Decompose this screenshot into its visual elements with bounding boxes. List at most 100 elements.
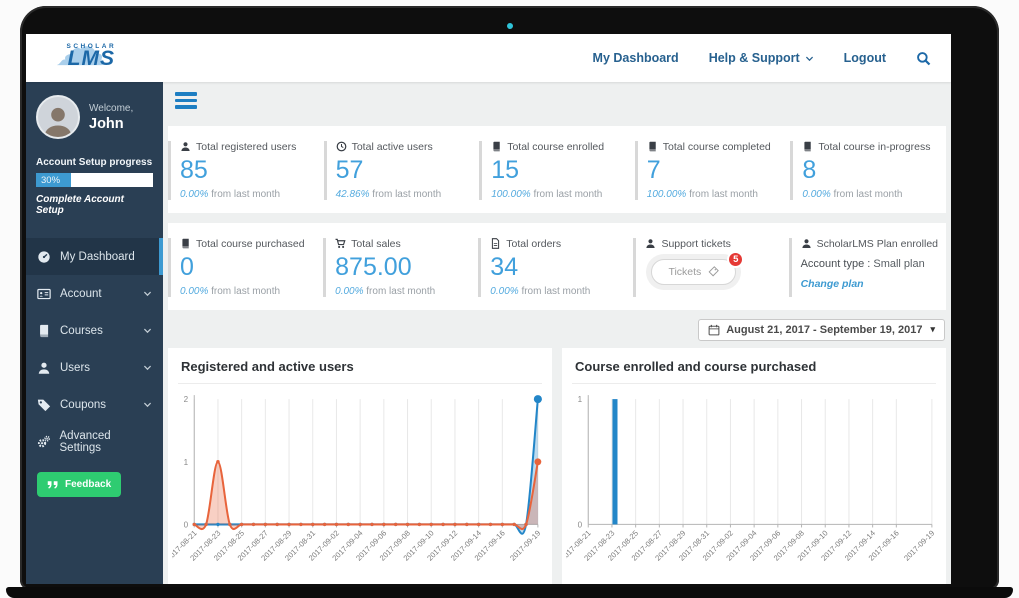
book-icon xyxy=(180,238,191,249)
stat-card-total-course-enrolled: Total course enrolled15100.00% from last… xyxy=(479,126,635,213)
user-icon xyxy=(801,238,812,249)
sidebar-item-label: My Dashboard xyxy=(60,251,135,263)
stat-card-total-course-completed: Total course completed7100.00% from last… xyxy=(635,126,791,213)
sidebar-item-my-dashboard[interactable]: My Dashboard xyxy=(26,238,163,275)
file-icon xyxy=(490,238,501,249)
dashboard-icon xyxy=(37,250,51,264)
nav-help-support[interactable]: Help & Support xyxy=(709,51,814,65)
stat-card-total-registered-users: Total registered users850.00% from last … xyxy=(168,126,324,213)
change-plan-link[interactable]: Change plan xyxy=(801,278,864,290)
course-enrolled-purchased-chart: 2017-08-212017-08-232017-08-252017-08-27… xyxy=(562,384,946,585)
search-icon[interactable] xyxy=(916,51,931,66)
sidebar: Welcome, John Account Setup progress 30%… xyxy=(26,82,163,584)
stat-title: Total registered users xyxy=(196,141,296,153)
stat-subtext: 0.00% from last month xyxy=(490,286,625,297)
book-icon xyxy=(647,141,658,152)
account-setup-block: Account Setup progress 30% Complete Acco… xyxy=(26,147,163,224)
stat-card-total-course-in-progress: Total course in-progress 8 0.00% from last… xyxy=(790,126,946,213)
complete-setup-link[interactable]: Complete Account Setup xyxy=(36,194,153,216)
stat-value: 875.00 xyxy=(335,253,470,282)
gears-icon xyxy=(37,435,51,449)
caret-down-icon: ▾ xyxy=(930,324,935,335)
stat-title: Total sales xyxy=(351,238,401,250)
support-tickets-title: Support tickets xyxy=(661,238,730,250)
chevron-down-icon xyxy=(143,363,152,372)
stat-title: Total course purchased xyxy=(196,238,305,250)
svg-text:0: 0 xyxy=(578,520,583,529)
avatar[interactable] xyxy=(36,95,80,139)
chevron-down-icon xyxy=(143,289,152,298)
quote-icon xyxy=(47,480,59,490)
ticket-icon xyxy=(708,266,719,277)
book-icon xyxy=(802,141,813,152)
id-card-icon xyxy=(37,287,51,301)
stat-subtext: 0.00% from last month xyxy=(335,286,470,297)
sidebar-item-courses[interactable]: Courses xyxy=(26,312,163,349)
screen: ☁ SCHOLAR LMS My Dashboard Help & Support… xyxy=(26,34,951,584)
scholar-lms-logo[interactable]: ☁ SCHOLAR LMS xyxy=(26,34,163,82)
nav-my-dashboard[interactable]: My Dashboard xyxy=(593,51,679,65)
stat-card-total-sales: Total sales 875.00 0.00% from last month xyxy=(323,223,478,310)
progress-label: Account Setup progress xyxy=(36,157,153,168)
tickets-button-label: Tickets xyxy=(668,266,701,278)
chevron-down-icon xyxy=(805,54,814,63)
date-range-label: August 21, 2017 - September 19, 2017 xyxy=(726,324,922,336)
sidebar-item-label: Courses xyxy=(60,325,103,337)
top-header: ☁ SCHOLAR LMS My Dashboard Help & Support… xyxy=(26,34,951,82)
tag-icon xyxy=(37,398,51,412)
account-type-line: Account type : Small plan xyxy=(801,258,938,270)
account-type-value: Small plan xyxy=(873,258,924,270)
date-range-picker[interactable]: August 21, 2017 - September 19, 2017 ▾ xyxy=(698,319,945,341)
stat-value: 57 xyxy=(336,156,472,185)
clock-icon xyxy=(336,141,347,152)
user-icon xyxy=(645,238,656,249)
sidebar-item-label: Coupons xyxy=(60,399,106,411)
stat-value: 8 xyxy=(802,156,938,185)
svg-text:1: 1 xyxy=(578,395,583,404)
welcome-text: Welcome, xyxy=(89,103,133,114)
svg-text:0: 0 xyxy=(184,520,189,529)
line-chart-svg: 2017-08-212017-08-232017-08-252017-08-27… xyxy=(172,389,548,585)
progress-fill: 30% xyxy=(36,173,71,187)
bar-chart-svg: 2017-08-212017-08-232017-08-252017-08-27… xyxy=(566,389,942,585)
camera-dot xyxy=(507,23,513,29)
header-nav: My Dashboard Help & Support Logout xyxy=(593,51,951,66)
course-enrolled-purchased-panel: Course enrolled and course purchased 201… xyxy=(562,348,946,585)
nav-logout[interactable]: Logout xyxy=(844,51,886,65)
stat-subtext: 42.86% from last month xyxy=(336,189,472,200)
stat-title: Total course enrolled xyxy=(507,141,604,153)
stat-card-total-orders: Total orders340.00% from last month xyxy=(478,223,633,310)
sidebar-item-advanced-settings[interactable]: Advanced Settings xyxy=(26,423,163,460)
feedback-label: Feedback xyxy=(65,479,111,490)
menu-toggle-icon[interactable] xyxy=(175,92,197,112)
page: ☁ SCHOLAR LMS My Dashboard Help & Support… xyxy=(0,0,1019,598)
sidebar-item-label: Advanced Settings xyxy=(60,430,153,454)
chart-title: Registered and active users xyxy=(168,348,552,383)
sidebar-menu: My Dashboard Account Courses Users Coupons Ad… xyxy=(26,238,163,460)
sidebar-item-coupons[interactable]: Coupons xyxy=(26,386,163,423)
sidebar-item-label: Users xyxy=(60,362,90,374)
feedback-button[interactable]: Feedback xyxy=(37,472,121,497)
registered-active-users-chart: 2017-08-212017-08-232017-08-252017-08-27… xyxy=(168,384,552,585)
setup-progress-bar: 30% xyxy=(36,173,153,187)
book-icon xyxy=(491,141,502,152)
tickets-badge: 5 xyxy=(727,251,744,268)
chevron-down-icon xyxy=(143,326,152,335)
progress-value: 30% xyxy=(41,175,60,186)
tickets-button[interactable]: Tickets 5 xyxy=(651,259,736,285)
chevron-down-icon xyxy=(143,400,152,409)
stat-subtext: 0.00% from last month xyxy=(802,189,938,200)
stat-card-total-active-users: Total active users 57 42.86% from last mon… xyxy=(324,126,480,213)
stat-title: Total course completed xyxy=(663,141,771,153)
plan-title: ScholarLMS Plan enrolled xyxy=(817,238,938,250)
support-tickets-card: Support tickets Tickets 5 xyxy=(633,223,788,310)
main-content: Total registered users850.00% from last … xyxy=(163,82,951,584)
stat-title: Total course in-progress xyxy=(818,141,930,153)
stat-subtext: 0.00% from last month xyxy=(180,286,315,297)
stat-value: 85 xyxy=(180,156,316,185)
svg-text:2017-09-19: 2017-09-19 xyxy=(902,528,936,562)
sidebar-item-account[interactable]: Account xyxy=(26,275,163,312)
calendar-icon xyxy=(708,324,720,336)
stat-title: Total active users xyxy=(352,141,433,153)
sidebar-item-users[interactable]: Users xyxy=(26,349,163,386)
